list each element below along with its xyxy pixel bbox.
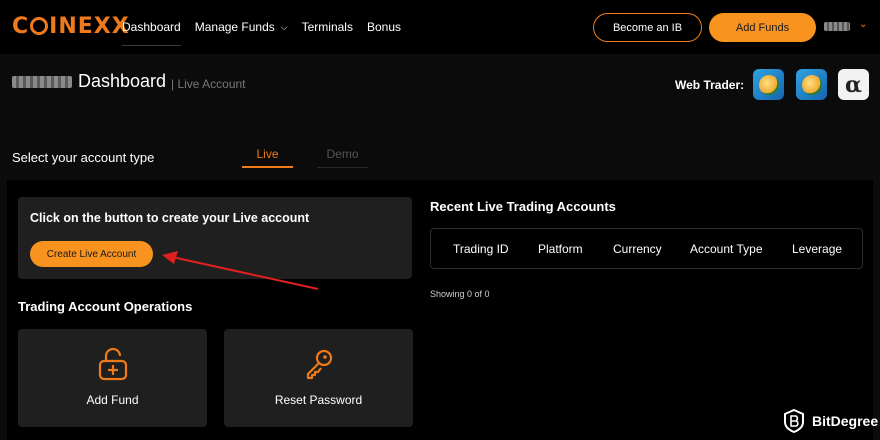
web-trader-label: Web Trader: (675, 78, 745, 92)
column-leverage[interactable]: Leverage (792, 242, 842, 256)
column-currency[interactable]: Currency (613, 242, 662, 256)
create-account-text: Click on the button to create your Live … (30, 211, 310, 225)
bitdegree-text: BitDegree (812, 413, 879, 429)
nav-item-terminals[interactable]: Terminals (302, 0, 353, 54)
create-live-account-button[interactable]: Create Live Account (30, 241, 153, 267)
key-icon (224, 347, 413, 386)
unlock-plus-icon (18, 347, 207, 386)
tab-demo[interactable]: Demo (317, 147, 368, 168)
annotation-arrow-icon (162, 251, 319, 290)
brand-logo[interactable]: C INEXX (12, 14, 130, 39)
account-type-label: Select your account type (12, 150, 155, 165)
recent-accounts-title: Recent Live Trading Accounts (430, 199, 616, 214)
nav-item-bonus[interactable]: Bonus (367, 0, 401, 54)
tab-live[interactable]: Live (242, 147, 293, 168)
reset-password-card[interactable]: Reset Password (224, 329, 413, 427)
nav-item-manage-funds[interactable]: Manage Funds ⌵ (195, 0, 288, 54)
account-holder-name-blurred (12, 76, 72, 88)
metatrader-5-icon[interactable] (796, 69, 827, 100)
reset-password-label: Reset Password (274, 393, 363, 407)
showing-count: Showing 0 of 0 (430, 289, 490, 299)
page-title: Dashboard (78, 71, 167, 91)
operations-title: Trading Account Operations (18, 299, 193, 314)
logo-o-icon (30, 17, 49, 35)
alpha-platform-icon[interactable]: α (838, 69, 869, 100)
accounts-table-header: Trading ID Platform Currency Account Typ… (430, 228, 863, 269)
metatrader-4-icon[interactable] (753, 69, 784, 100)
add-funds-button[interactable]: Add Funds (709, 13, 816, 42)
user-name-blurred[interactable] (824, 22, 850, 31)
user-menu-chevron-icon[interactable]: ⌄ (859, 19, 867, 30)
bitdegree-watermark: BitDegree (784, 409, 878, 433)
page-subtitle: | Live Account (171, 77, 246, 91)
add-fund-card[interactable]: Add Fund (18, 329, 207, 427)
chevron-down-icon: ⌵ (280, 21, 288, 32)
become-ib-button[interactable]: Become an IB (593, 13, 702, 42)
column-trading-id[interactable]: Trading ID (453, 242, 509, 256)
main-nav: Dashboard Manage Funds ⌵ Terminals Bonus (122, 0, 415, 54)
column-platform[interactable]: Platform (538, 242, 583, 256)
column-account-type[interactable]: Account Type (690, 242, 763, 256)
add-fund-label: Add Fund (86, 393, 139, 407)
bitdegree-shield-icon (784, 409, 804, 433)
nav-item-dashboard[interactable]: Dashboard (122, 0, 181, 54)
